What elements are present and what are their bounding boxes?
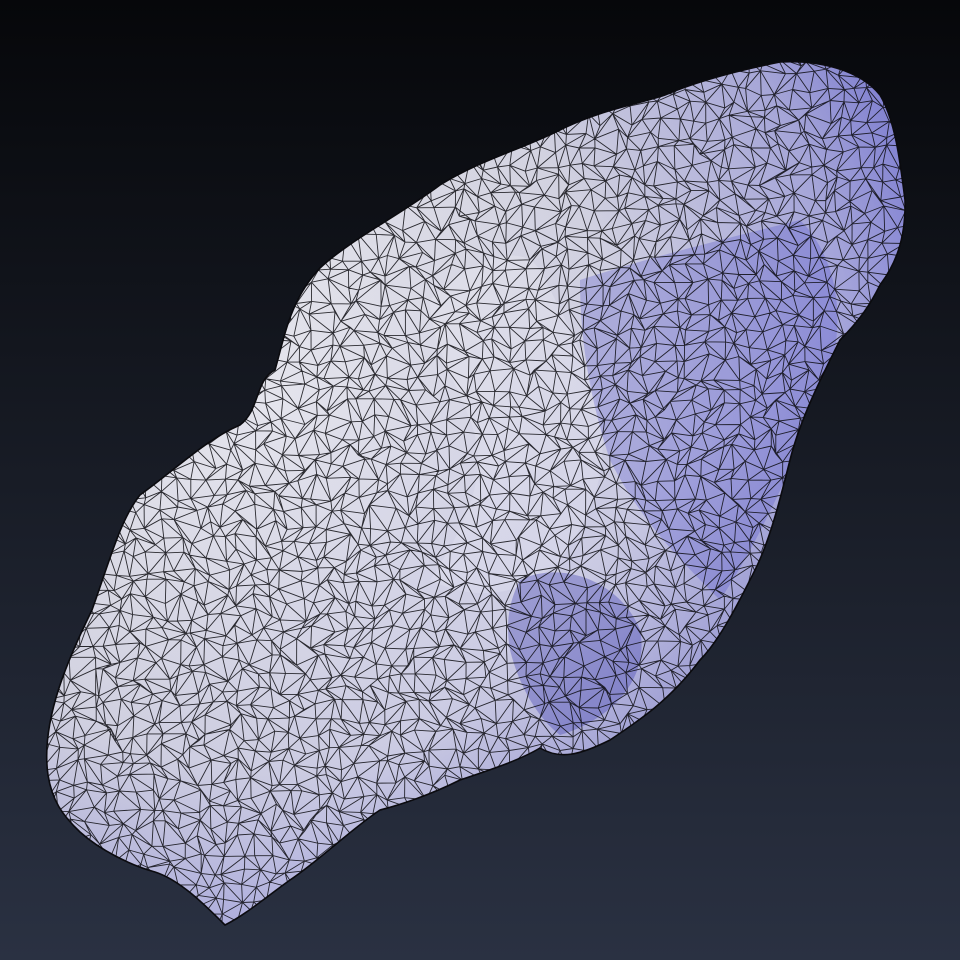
mesh-body xyxy=(46,61,906,925)
3d-viewport[interactable] xyxy=(0,0,960,960)
asteroid-mesh-model[interactable] xyxy=(0,0,960,960)
